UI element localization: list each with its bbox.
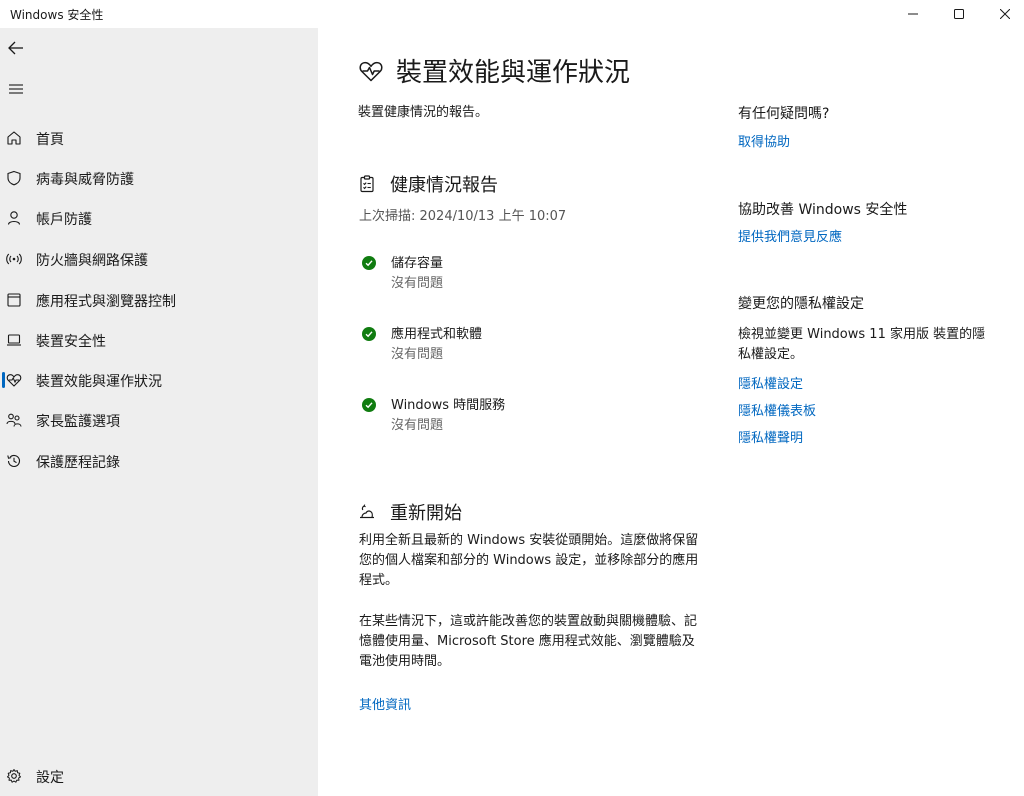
gear-icon — [6, 768, 22, 784]
sidebar-item-label: 裝置安全性 — [36, 334, 106, 350]
sidebar-item-label: 防火牆與網路保護 — [36, 253, 148, 269]
sidebar-item-label: 首頁 — [36, 132, 64, 148]
sidebar-item-label: 家長監護選項 — [36, 414, 120, 430]
status-item-name: Windows 時間服務 — [391, 398, 506, 413]
page-title: 裝置效能與運作狀況 — [396, 58, 631, 88]
check-circle-icon — [362, 398, 376, 412]
status-item-status: 沒有問題 — [391, 276, 444, 291]
sidebar-item-family-options[interactable]: 家長監護選項 — [0, 402, 318, 438]
fresh-start-icon — [360, 504, 374, 519]
minimize-icon — [908, 13, 918, 15]
health-report-header: 健康情況報告 — [358, 171, 498, 197]
get-help-link[interactable]: 取得協助 — [738, 131, 790, 150]
sidebar-item-app-browser-control[interactable]: 應用程式與瀏覽器控制 — [0, 282, 318, 318]
title-bar: Windows 安全性 — [0, 0, 1024, 28]
app-window-icon — [6, 292, 22, 308]
check-circle-icon — [362, 256, 376, 270]
fresh-start-header: 重新開始 — [358, 499, 462, 525]
sidebar-item-label: 病毒與威脅防護 — [36, 172, 134, 188]
shield-icon — [6, 170, 22, 186]
check-circle-icon — [362, 327, 376, 341]
sidebar-item-firewall[interactable]: 防火牆與網路保護 — [0, 241, 318, 277]
privacy-dashboard-link[interactable]: 隱私權儀表板 — [738, 400, 816, 419]
privacy-statement-link[interactable]: 隱私權聲明 — [738, 427, 803, 446]
question-heading: 有任何疑問嗎? — [738, 106, 830, 122]
window-title: Windows 安全性 — [10, 8, 104, 22]
more-info-link[interactable]: 其他資訊 — [359, 694, 411, 713]
main-content: 裝置效能與運作狀況 裝置健康情況的報告。 健康情況報告 上次掃描: 2024/1… — [318, 28, 1024, 796]
last-scan-time: 上次掃描: 2024/10/13 上午 10:07 — [359, 209, 567, 224]
home-icon — [6, 130, 22, 146]
family-icon — [6, 412, 22, 428]
privacy-settings-link[interactable]: 隱私權設定 — [738, 373, 803, 392]
fresh-start-title: 重新開始 — [390, 503, 462, 524]
hamburger-icon — [9, 84, 23, 94]
sidebar-item-label: 應用程式與瀏覽器控制 — [36, 294, 176, 310]
close-button[interactable] — [982, 0, 1024, 28]
sidebar-item-settings[interactable]: 設定 — [0, 758, 318, 794]
privacy-description: 檢視並變更 Windows 11 家用版 裝置的隱私權設定。 — [738, 327, 986, 362]
sidebar-item-home[interactable]: 首頁 — [0, 120, 318, 156]
status-item-status: 沒有問題 — [391, 418, 444, 433]
fresh-start-paragraph-2: 在某些情況下，這或許能改善您的裝置啟動與關機體驗、記憶體使用量、Microsof… — [359, 614, 698, 669]
person-icon — [6, 210, 22, 226]
page-header: 裝置效能與運作狀況 — [358, 52, 630, 89]
page-subtitle: 裝置健康情況的報告。 — [358, 105, 489, 120]
fresh-start-paragraph-1: 利用全新且最新的 Windows 安裝從頭開始。這麼做將保留您的個人檔案和部分的… — [359, 533, 699, 588]
sidebar-item-account-protection[interactable]: 帳戶防護 — [0, 200, 318, 236]
maximize-icon — [954, 9, 964, 19]
health-report-title: 健康情況報告 — [390, 175, 498, 196]
status-item-name: 應用程式和軟體 — [391, 327, 483, 342]
hamburger-menu-button[interactable] — [4, 77, 28, 101]
heart-pulse-icon — [359, 61, 383, 81]
clipboard-checklist-icon — [360, 175, 374, 193]
history-icon — [6, 453, 22, 469]
sidebar-item-device-performance[interactable]: 裝置效能與運作狀況 — [0, 362, 318, 398]
status-item-name: 儲存容量 — [391, 256, 444, 271]
sidebar-item-label: 帳戶防護 — [36, 212, 92, 228]
close-icon — [1000, 9, 1010, 19]
sidebar: 首頁 病毒與威脅防護 帳戶防護 防火牆與網路保護 應用程式與瀏覽器控制 裝置安全… — [0, 28, 318, 796]
status-item-status: 沒有問題 — [391, 347, 444, 362]
minimize-button[interactable] — [890, 0, 936, 28]
sidebar-item-label: 設定 — [36, 770, 64, 786]
sidebar-item-label: 裝置效能與運作狀況 — [36, 374, 162, 390]
privacy-heading: 變更您的隱私權設定 — [738, 296, 864, 312]
active-indicator — [2, 372, 5, 388]
sidebar-item-protection-history[interactable]: 保護歷程記錄 — [0, 443, 318, 479]
maximize-button[interactable] — [936, 0, 982, 28]
back-arrow-icon — [8, 41, 23, 55]
sidebar-item-device-security[interactable]: 裝置安全性 — [0, 322, 318, 358]
feedback-link[interactable]: 提供我們意見反應 — [738, 226, 842, 245]
sidebar-item-label: 保護歷程記錄 — [36, 455, 120, 471]
heart-pulse-icon — [6, 372, 22, 388]
improve-heading: 協助改善 Windows 安全性 — [738, 202, 908, 218]
back-button[interactable] — [4, 36, 28, 60]
laptop-icon — [6, 332, 22, 348]
wifi-icon — [6, 251, 22, 267]
sidebar-item-virus-protection[interactable]: 病毒與威脅防護 — [0, 160, 318, 196]
